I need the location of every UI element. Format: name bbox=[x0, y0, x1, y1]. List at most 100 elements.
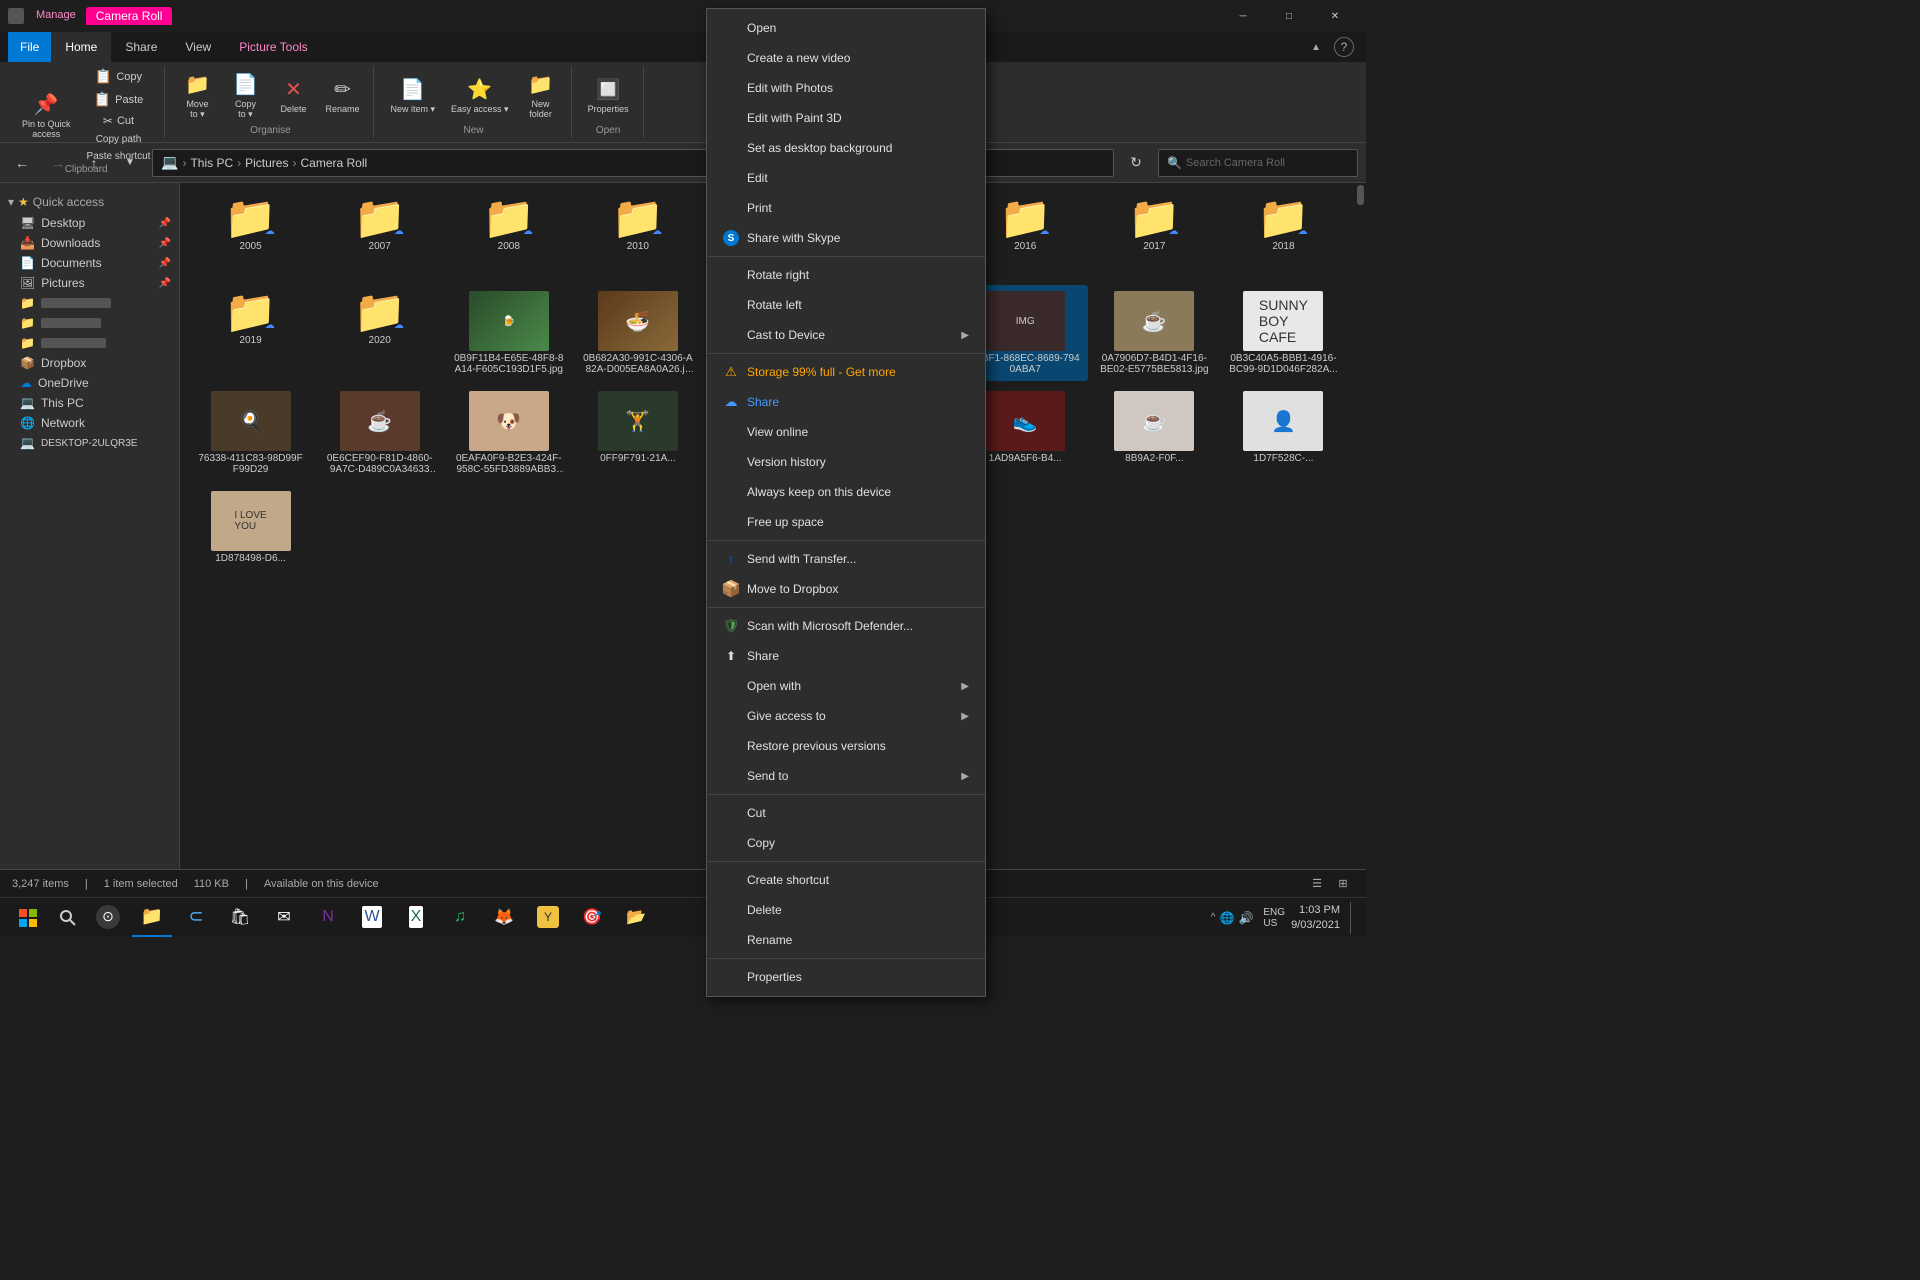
ribbon-collapse-button[interactable]: ▲ bbox=[1302, 33, 1330, 61]
taskbar-item-explorer[interactable]: 📁 bbox=[132, 899, 172, 937]
ctx-version-history[interactable]: Version history bbox=[707, 447, 985, 477]
sidebar-item-folder2[interactable]: 📁 bbox=[0, 313, 179, 333]
ctx-restore-prev[interactable]: Restore previous versions bbox=[707, 731, 985, 761]
move-to-button[interactable]: 📁 Moveto ▾ bbox=[175, 68, 219, 124]
ctx-give-access[interactable]: Give access to ▶ bbox=[707, 701, 985, 731]
forward-button[interactable]: → bbox=[44, 149, 72, 177]
ctx-always-keep[interactable]: Always keep on this device bbox=[707, 477, 985, 507]
taskbar-item-browser[interactable]: 🦊 bbox=[484, 899, 524, 937]
ctx-set-desktop-bg[interactable]: Set as desktop background bbox=[707, 133, 985, 163]
taskbar-search-button[interactable] bbox=[52, 902, 84, 934]
taskbar-clock[interactable]: 1:03 PM 9/03/2021 bbox=[1291, 903, 1340, 932]
properties-button[interactable]: 🔲 Properties bbox=[582, 73, 635, 118]
folder-2005[interactable]: 📁 ☁ 2005 bbox=[188, 191, 313, 281]
copy-button[interactable]: 📋 Copy bbox=[81, 66, 157, 87]
sidebar-item-downloads[interactable]: 📥 Downloads 📌 bbox=[0, 233, 179, 253]
taskbar-item-onenote[interactable]: N bbox=[308, 899, 348, 937]
paste-button[interactable]: 📋 Paste bbox=[81, 89, 157, 110]
ctx-create-new-video[interactable]: Create a new video bbox=[707, 43, 985, 73]
ctx-view-online[interactable]: View online bbox=[707, 417, 985, 447]
scrollbar[interactable] bbox=[1354, 183, 1366, 869]
ctx-properties[interactable]: Properties bbox=[707, 962, 985, 992]
tray-sound[interactable]: 🔊 bbox=[1238, 911, 1253, 925]
image-0ff9[interactable]: 🏋 0FF9F791-21A... bbox=[575, 385, 700, 481]
folder-2020[interactable]: 📁 ☁ 2020 bbox=[317, 285, 442, 381]
cut-button[interactable]: ✂ Cut bbox=[81, 112, 157, 130]
taskbar-item-mail[interactable]: ✉ bbox=[264, 899, 304, 937]
easy-access-button[interactable]: ⭐ Easy access ▾ bbox=[445, 73, 515, 119]
sidebar-item-onedrive[interactable]: ☁ OneDrive bbox=[0, 373, 179, 393]
image-0a79[interactable]: ☕ 0A7906D7-B4D1-4F16-BE02-E5775BE5813.jp… bbox=[1092, 285, 1217, 381]
folder-2007[interactable]: 📁 ☁ 2007 bbox=[317, 191, 442, 281]
taskbar-item-cortana[interactable]: ⊙ bbox=[88, 899, 128, 937]
tab-file[interactable]: File bbox=[8, 32, 51, 62]
ctx-send-transfer[interactable]: ↑ Send with Transfer... bbox=[707, 544, 985, 574]
rename-button[interactable]: ✏ Rename bbox=[319, 73, 365, 118]
recent-locations-button[interactable]: ▼ bbox=[116, 149, 144, 177]
sidebar-item-desktop[interactable]: 🖥 Desktop 📌 bbox=[0, 213, 179, 233]
start-button[interactable] bbox=[8, 898, 48, 938]
tab-home[interactable]: Home bbox=[51, 32, 111, 62]
ctx-share-skype[interactable]: S Share with Skype bbox=[707, 223, 985, 253]
sidebar-item-this-pc[interactable]: 💻 This PC bbox=[0, 393, 179, 413]
tab-picture-tools[interactable]: Picture Tools bbox=[225, 32, 321, 62]
details-view-button[interactable]: ☰ bbox=[1306, 873, 1328, 895]
close-button[interactable]: ✕ bbox=[1312, 0, 1358, 32]
taskbar-item-extra1[interactable]: 🎯 bbox=[572, 899, 612, 937]
folder-2010[interactable]: 📁 ☁ 2010 bbox=[575, 191, 700, 281]
sidebar-item-desktop-pc[interactable]: 💻 DESKTOP-2ULQR3E bbox=[0, 433, 179, 453]
search-box[interactable]: 🔍 Search Camera Roll bbox=[1158, 149, 1358, 177]
taskbar-item-extra2[interactable]: 📂 bbox=[616, 899, 656, 937]
ctx-share2[interactable]: ⬆ Share bbox=[707, 641, 985, 671]
manage-tab[interactable]: Manage bbox=[28, 7, 84, 25]
quick-access-header[interactable]: ▾ ★ Quick access bbox=[0, 191, 179, 213]
refresh-button[interactable]: ↻ bbox=[1122, 149, 1150, 177]
ctx-create-shortcut[interactable]: Create shortcut bbox=[707, 865, 985, 895]
folder-2018[interactable]: 📁 ☁ 2018 bbox=[1221, 191, 1346, 281]
minimize-button[interactable]: ─ bbox=[1220, 0, 1266, 32]
help-button[interactable]: ? bbox=[1334, 37, 1354, 57]
ctx-storage-warning[interactable]: ⚠ Storage 99% full - Get more bbox=[707, 357, 985, 387]
maximize-button[interactable]: □ bbox=[1266, 0, 1312, 32]
image-8b9a[interactable]: ☕ 8B9A2-F0F... bbox=[1092, 385, 1217, 481]
folder-2019[interactable]: 📁 ☁ 2019 bbox=[188, 285, 313, 381]
taskbar-item-spotify[interactable]: ♫ bbox=[440, 899, 480, 937]
image-1d7f[interactable]: 👤 1D7F528C-... bbox=[1221, 385, 1346, 481]
ctx-edit-paint3d[interactable]: Edit with Paint 3D bbox=[707, 103, 985, 133]
copy-path-button[interactable]: Copy path bbox=[81, 132, 157, 147]
folder-2017[interactable]: 📁 ☁ 2017 bbox=[1092, 191, 1217, 281]
delete-button[interactable]: ✕ Delete bbox=[271, 73, 315, 118]
ctx-delete[interactable]: Delete bbox=[707, 895, 985, 925]
sidebar-item-dropbox[interactable]: 📦 Dropbox bbox=[0, 353, 179, 373]
ctx-edit-photos[interactable]: Edit with Photos bbox=[707, 73, 985, 103]
image-1d87[interactable]: I LOVEYOU 1D878498-D6... bbox=[188, 485, 313, 575]
show-desktop-button[interactable] bbox=[1350, 902, 1358, 934]
image-0b9f[interactable]: 🍺 0B9F11B4-E65E-48F8-8A14-F605C193D1F5.j… bbox=[446, 285, 571, 381]
taskbar-item-store[interactable]: 🛍 bbox=[220, 899, 260, 937]
ctx-rotate-left[interactable]: Rotate left bbox=[707, 290, 985, 320]
image-0b3c[interactable]: SUNNYBOYCAFE 0B3C40A5-BBB1-4916-BC99-9D1… bbox=[1221, 285, 1346, 381]
ctx-rename[interactable]: Rename bbox=[707, 925, 985, 955]
taskbar-item-yellow[interactable]: Y bbox=[528, 899, 568, 937]
tab-view[interactable]: View bbox=[171, 32, 225, 62]
sidebar-item-documents[interactable]: 📄 Documents 📌 bbox=[0, 253, 179, 273]
image-0eaf[interactable]: 🐶 0EAFA0F9-B2E3-424F-958C-55FD3889ABB3.j… bbox=[446, 385, 571, 481]
pin-to-quick-access-button[interactable]: 📌 Pin to Quickaccess bbox=[16, 88, 77, 143]
new-item-button[interactable]: 📄 New item ▾ bbox=[384, 73, 441, 119]
ctx-send-to[interactable]: Send to ▶ bbox=[707, 761, 985, 791]
taskbar-item-excel[interactable]: X bbox=[396, 899, 436, 937]
sidebar-item-pictures[interactable]: 🖼 Pictures 📌 bbox=[0, 273, 179, 293]
taskbar-item-word[interactable]: W bbox=[352, 899, 392, 937]
copy-to-button[interactable]: 📄 Copyto ▾ bbox=[223, 68, 267, 124]
breadcrumb-this-pc[interactable]: This PC bbox=[190, 156, 233, 170]
image-0e6c[interactable]: ☕ 0E6CEF90-F81D-4860-9A7C-D489C0A34633j.… bbox=[317, 385, 442, 481]
camera-roll-tab[interactable]: Camera Roll bbox=[86, 7, 173, 25]
sidebar-item-folder3[interactable]: 📁 bbox=[0, 333, 179, 353]
ctx-print[interactable]: Print bbox=[707, 193, 985, 223]
ctx-open-with[interactable]: Open with ▶ bbox=[707, 671, 985, 701]
breadcrumb-camera-roll[interactable]: Camera Roll bbox=[300, 156, 367, 170]
ctx-move-dropbox[interactable]: 📦 Move to Dropbox bbox=[707, 574, 985, 604]
up-button[interactable]: ↑ bbox=[80, 149, 108, 177]
folder-2008[interactable]: 📁 ☁ 2008 bbox=[446, 191, 571, 281]
thumbnails-view-button[interactable]: ⊞ bbox=[1332, 873, 1354, 895]
